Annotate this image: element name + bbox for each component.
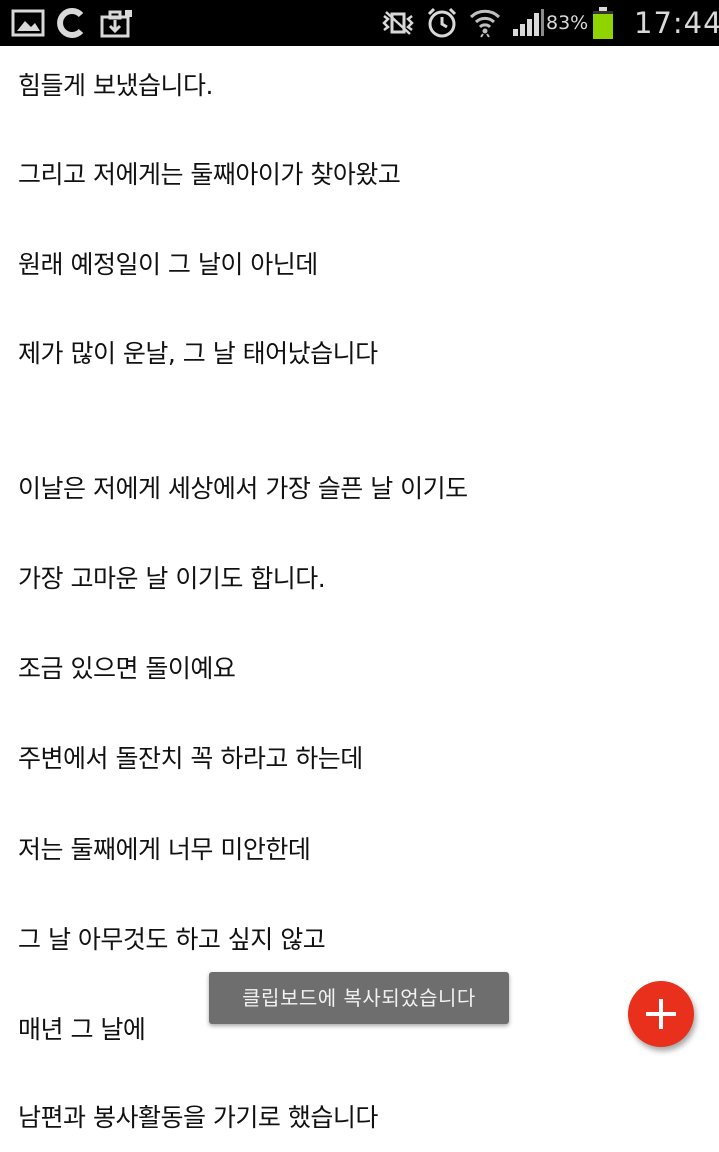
status-bar: 83% 17:44 bbox=[0, 0, 719, 46]
add-button[interactable] bbox=[628, 981, 694, 1047]
text-line: 저는 둘째에게 너무 미안한데 bbox=[18, 835, 311, 864]
text-line: 남편과 봉사활동을 가기로 했습니다 bbox=[18, 1103, 378, 1132]
clock-time: 17:44 bbox=[634, 6, 719, 40]
text-line: 조금 있으면 돌이예요 bbox=[18, 654, 236, 683]
text-line: 힘들게 보냈습니다. bbox=[18, 71, 213, 100]
briefcase-download-icon bbox=[98, 0, 134, 46]
text-line: 매년 그 날에 bbox=[18, 1015, 146, 1044]
text-line: 제가 많이 운날, 그 날 태어났습니다 bbox=[18, 339, 378, 368]
battery-icon bbox=[590, 0, 616, 46]
vibrate-icon bbox=[380, 0, 416, 46]
text-line: 원래 예정일이 그 날이 아닌데 bbox=[18, 250, 318, 279]
text-line: 그 날 아무것도 하고 싶지 않고 bbox=[18, 925, 326, 954]
alarm-clock-icon bbox=[424, 0, 460, 46]
signal-icon bbox=[510, 0, 546, 46]
text-line: 주변에서 돌잔치 꼭 하라고 하는데 bbox=[18, 744, 363, 773]
battery-percent: 83% bbox=[546, 12, 589, 34]
clipboard-toast: 클립보드에 복사되었습니다 bbox=[209, 972, 509, 1024]
sync-c-icon bbox=[54, 0, 90, 46]
gallery-icon bbox=[8, 0, 48, 46]
text-line: 그리고 저에게는 둘째아이가 찾아왔고 bbox=[18, 160, 401, 189]
text-line: 이날은 저에게 세상에서 가장 슬픈 날 이기도 bbox=[18, 474, 468, 503]
wifi-icon bbox=[466, 0, 504, 46]
text-line: 가장 고마운 날 이기도 합니다. bbox=[18, 564, 326, 593]
